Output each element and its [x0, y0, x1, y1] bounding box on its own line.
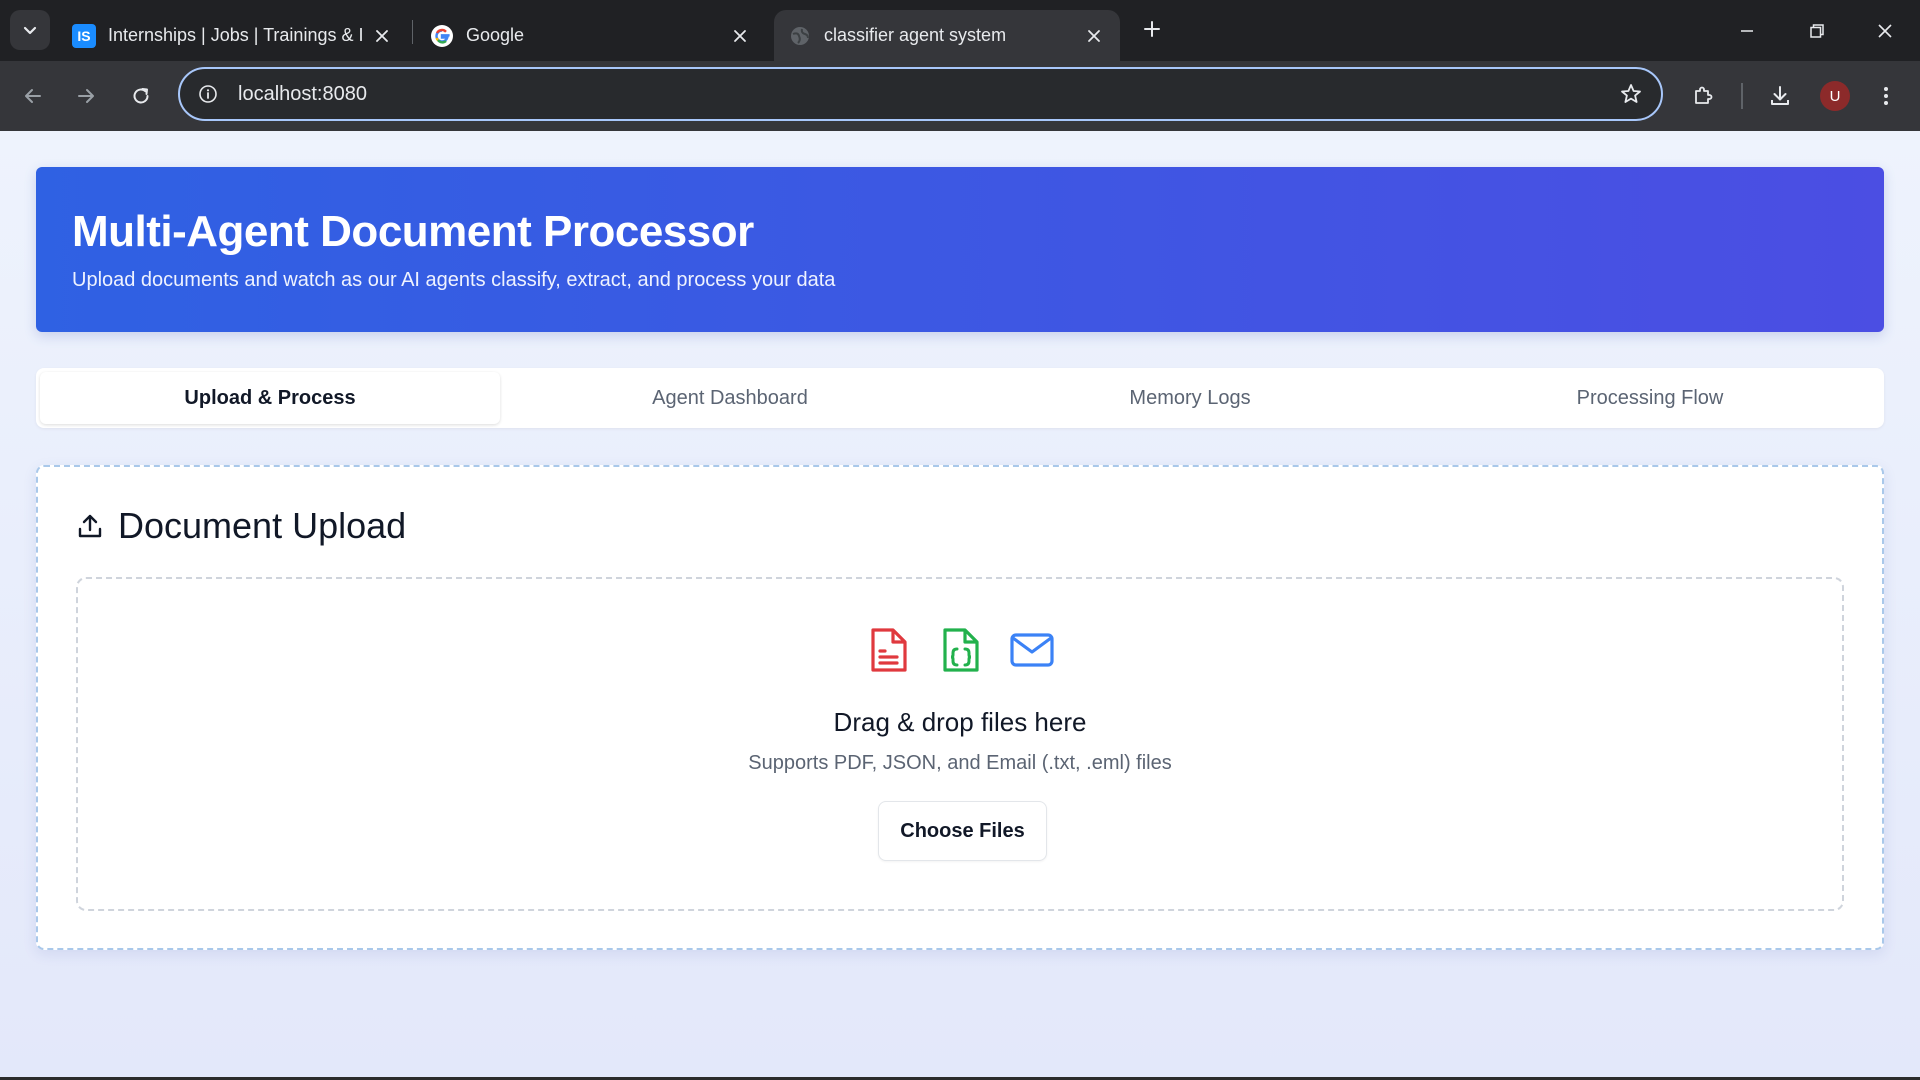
downloads-button[interactable]: [1760, 76, 1800, 116]
toolbar-divider: [1741, 83, 1743, 109]
file-type-icons: [78, 627, 1842, 673]
address-text[interactable]: localhost:8080: [238, 83, 1613, 106]
internshala-logo-text: IS: [77, 28, 90, 44]
page-content: Multi-Agent Document Processor Upload do…: [0, 131, 1920, 1080]
new-tab-button[interactable]: [1136, 13, 1168, 45]
profile-avatar[interactable]: U: [1820, 81, 1850, 111]
tab-upload-process[interactable]: Upload & Process: [40, 372, 500, 424]
mail-icon: [1009, 627, 1055, 673]
internshala-icon: IS: [72, 23, 96, 48]
page-subtitle: Upload documents and watch as our AI age…: [72, 269, 836, 291]
forward-button[interactable]: [66, 76, 106, 116]
hero-banner: Multi-Agent Document Processor Upload do…: [36, 167, 1884, 332]
tab-title: classifier agent system: [824, 25, 1007, 45]
browser-tab-internshala[interactable]: IS Internships | Jobs | Trainings & I: [58, 10, 408, 61]
extensions-button[interactable]: [1683, 76, 1723, 116]
download-icon: [1771, 86, 1789, 105]
tab-agent-dashboard[interactable]: Agent Dashboard: [500, 372, 960, 424]
reload-button[interactable]: [121, 76, 161, 116]
upload-icon: [74, 510, 106, 542]
tab-processing-flow[interactable]: Processing Flow: [1420, 372, 1880, 424]
site-info-icon[interactable]: [194, 80, 222, 108]
pdf-file-icon: [865, 627, 911, 673]
tab-separator: [412, 20, 413, 44]
browser-menu-button[interactable]: [1866, 76, 1906, 116]
puzzle-icon: [1695, 86, 1713, 104]
tab-memory-logs[interactable]: Memory Logs: [960, 372, 1420, 424]
document-upload-card: Document Upload Drag & drop files here S…: [36, 465, 1884, 950]
back-button[interactable]: [13, 76, 53, 116]
browser-tab-active[interactable]: classifier agent system: [774, 10, 1120, 61]
browser-tab-google[interactable]: Google: [416, 10, 766, 61]
close-icon[interactable]: [370, 24, 394, 48]
window-close-button[interactable]: [1850, 0, 1920, 61]
card-header: Document Upload: [74, 505, 406, 547]
address-bar[interactable]: localhost:8080: [178, 67, 1663, 121]
tab-title: Internships | Jobs | Trainings & I: [108, 25, 362, 45]
minimize-button[interactable]: [1712, 0, 1782, 61]
restore-icon: [1810, 23, 1824, 38]
file-dropzone[interactable]: Drag & drop files here Supports PDF, JSO…: [76, 577, 1844, 911]
choose-files-button[interactable]: Choose Files: [878, 801, 1047, 861]
google-icon: [430, 24, 454, 48]
restore-button[interactable]: [1782, 0, 1852, 61]
close-icon[interactable]: [728, 24, 752, 48]
dropzone-subtitle: Supports PDF, JSON, and Email (.txt, .em…: [748, 752, 1172, 774]
dropzone-title: Drag & drop files here: [833, 707, 1087, 737]
reload-icon: [133, 88, 149, 104]
arrow-left-icon: [25, 89, 41, 103]
browser-tab-strip: IS Internships | Jobs | Trainings & I Go…: [0, 0, 1920, 61]
card-title: Document Upload: [118, 505, 407, 546]
plus-icon: [1144, 21, 1160, 37]
json-file-icon: [937, 627, 983, 673]
close-icon[interactable]: [1082, 24, 1106, 48]
more-vertical-icon: [1884, 87, 1888, 105]
close-icon: [1878, 23, 1892, 38]
page-title: Multi-Agent Document Processor: [72, 207, 754, 256]
chevron-down-icon: [23, 26, 37, 35]
arrow-right-icon: [78, 89, 94, 103]
tab-search-button[interactable]: [10, 10, 50, 50]
tab-title: Google: [466, 25, 525, 45]
main-tab-bar: Upload & Process Agent Dashboard Memory …: [36, 368, 1884, 428]
bookmark-star-icon[interactable]: [1613, 76, 1649, 112]
globe-icon: [788, 24, 812, 48]
minimize-icon: [1741, 29, 1753, 32]
browser-toolbar: localhost:8080 U: [0, 61, 1920, 131]
